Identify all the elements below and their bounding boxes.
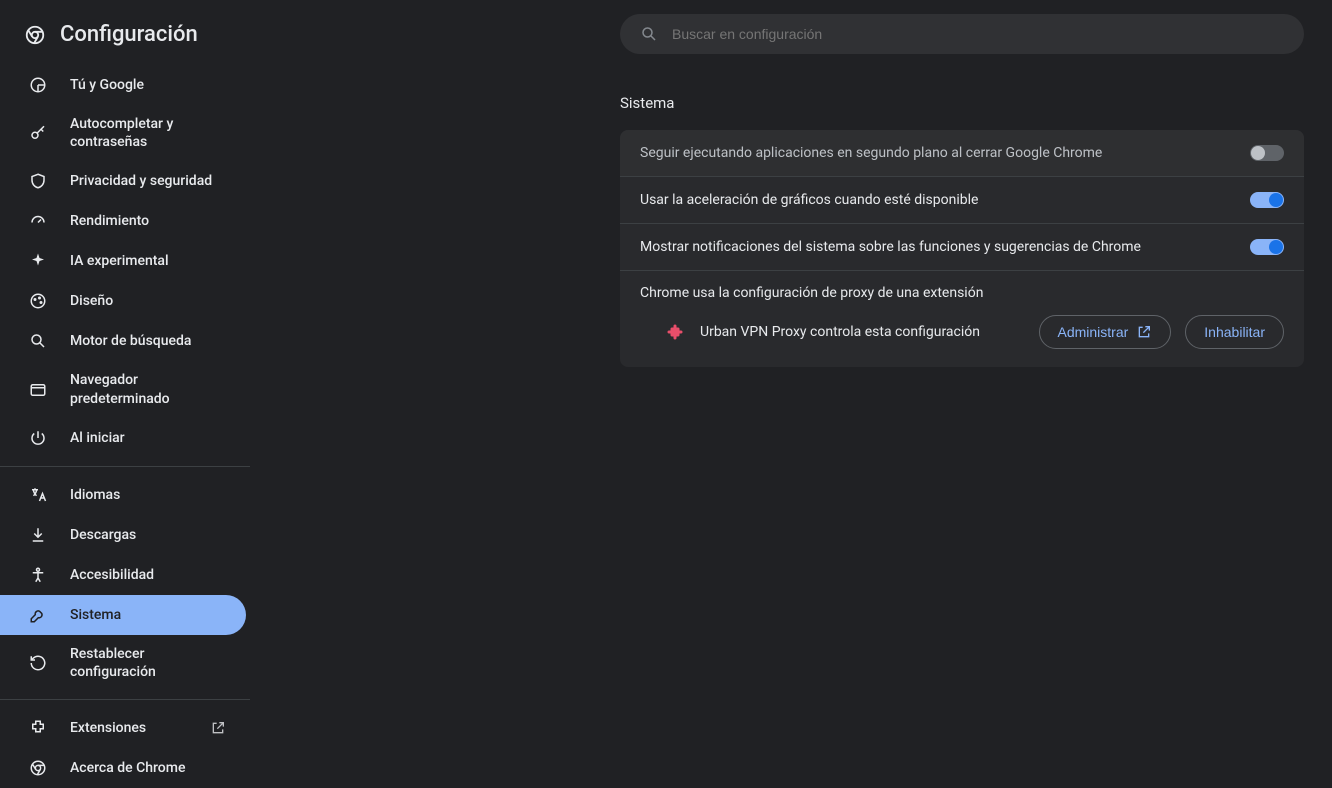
sidebar: Configuración Tú y Google Autocompletar …	[0, 0, 250, 753]
sidebar-item-design[interactable]: Diseño	[0, 281, 246, 321]
sidebar-item-label: Extensiones	[70, 719, 146, 737]
restore-icon	[28, 653, 48, 673]
sidebar-item-label: Motor de búsqueda	[70, 332, 191, 350]
sparkle-icon	[28, 251, 48, 271]
chrome-icon	[28, 758, 48, 778]
content: Sistema Seguir ejecutando aplicaciones e…	[620, 94, 1304, 367]
sidebar-item-ai[interactable]: IA experimental	[0, 241, 246, 281]
sidebar-header: Configuración	[0, 14, 250, 65]
setting-row-background-apps: Seguir ejecutando aplicaciones en segund…	[620, 130, 1304, 177]
chrome-icon	[24, 24, 46, 46]
shield-icon	[28, 171, 48, 191]
sidebar-item-about[interactable]: Acerca de Chrome	[0, 748, 246, 788]
sidebar-item-extensions[interactable]: Extensiones	[0, 708, 246, 748]
download-icon	[28, 525, 48, 545]
sidebar-item-default-browser[interactable]: Navegador predeterminado	[0, 361, 246, 417]
sidebar-item-performance[interactable]: Rendimiento	[0, 201, 246, 241]
key-icon	[28, 123, 48, 143]
toggle-background-apps[interactable]	[1250, 145, 1284, 161]
manage-button-label: Administrar	[1058, 324, 1129, 340]
sidebar-item-downloads[interactable]: Descargas	[0, 515, 246, 555]
sidebar-item-label: Restablecer configuración	[70, 645, 226, 681]
setting-label: Usar la aceleración de gráficos cuando e…	[640, 192, 978, 208]
wrench-icon	[28, 605, 48, 625]
toggle-notifications[interactable]	[1250, 239, 1284, 255]
sidebar-item-you-and-google[interactable]: Tú y Google	[0, 65, 246, 105]
sidebar-item-label: Acerca de Chrome	[70, 759, 185, 777]
nav-group-1: Idiomas Descargas Accesibilidad Sistema …	[0, 475, 250, 691]
setting-row-graphics: Usar la aceleración de gráficos cuando e…	[620, 177, 1304, 224]
search-icon	[640, 25, 658, 43]
sidebar-item-accessibility[interactable]: Accesibilidad	[0, 555, 246, 595]
section-title: Sistema	[620, 94, 1304, 112]
setting-label: Mostrar notificaciones del sistema sobre…	[640, 239, 1141, 255]
sidebar-item-privacy[interactable]: Privacidad y seguridad	[0, 161, 246, 201]
accessibility-icon	[28, 565, 48, 585]
sidebar-item-on-startup[interactable]: Al iniciar	[0, 418, 246, 458]
sidebar-item-label: Accesibilidad	[70, 566, 154, 584]
setting-row-proxy: Chrome usa la configuración de proxy de …	[620, 271, 1304, 367]
proxy-label: Chrome usa la configuración de proxy de …	[640, 285, 1284, 301]
sidebar-item-label: Sistema	[70, 606, 121, 624]
page-title: Configuración	[60, 22, 198, 47]
sidebar-item-label: Autocompletar y contraseñas	[70, 115, 226, 151]
sidebar-item-label: Tú y Google	[70, 76, 144, 94]
translate-icon	[28, 485, 48, 505]
search-icon	[28, 331, 48, 351]
disable-button[interactable]: Inhabilitar	[1185, 315, 1284, 349]
nav-group-0: Tú y Google Autocompletar y contraseñas …	[0, 65, 250, 458]
manage-button[interactable]: Administrar	[1039, 315, 1172, 349]
nav-group-2: Extensiones Acerca de Chrome	[0, 708, 250, 788]
palette-icon	[28, 291, 48, 311]
search-input[interactable]	[672, 26, 1284, 42]
sidebar-item-reset[interactable]: Restablecer configuración	[0, 635, 246, 691]
google-icon	[28, 75, 48, 95]
extension-icon	[28, 718, 48, 738]
proxy-row: Urban VPN Proxy controla esta configurac…	[640, 315, 1284, 349]
sidebar-item-languages[interactable]: Idiomas	[0, 475, 246, 515]
extension-icon	[664, 321, 686, 343]
divider	[0, 699, 250, 700]
window-icon	[28, 380, 48, 400]
sidebar-item-system[interactable]: Sistema	[0, 595, 246, 635]
sidebar-item-label: Rendimiento	[70, 212, 149, 230]
sidebar-item-label: IA experimental	[70, 252, 169, 270]
sidebar-item-label: Diseño	[70, 292, 113, 310]
disable-button-label: Inhabilitar	[1204, 324, 1265, 340]
open-external-icon	[1136, 324, 1152, 340]
main: Sistema Seguir ejecutando aplicaciones e…	[250, 0, 1332, 753]
toggle-graphics[interactable]	[1250, 192, 1284, 208]
sidebar-item-label: Idiomas	[70, 486, 120, 504]
divider	[0, 466, 250, 467]
settings-card: Seguir ejecutando aplicaciones en segund…	[620, 130, 1304, 367]
setting-row-notifications: Mostrar notificaciones del sistema sobre…	[620, 224, 1304, 271]
sidebar-item-search-engine[interactable]: Motor de búsqueda	[0, 321, 246, 361]
power-icon	[28, 428, 48, 448]
sidebar-item-autofill[interactable]: Autocompletar y contraseñas	[0, 105, 246, 161]
sidebar-item-label: Privacidad y seguridad	[70, 172, 212, 190]
sidebar-item-label: Navegador predeterminado	[70, 371, 226, 407]
extension-name: Urban VPN Proxy controla esta configurac…	[700, 324, 1025, 340]
speed-icon	[28, 211, 48, 231]
open-external-icon	[210, 720, 226, 736]
sidebar-item-label: Al iniciar	[70, 429, 125, 447]
sidebar-item-label: Descargas	[70, 526, 136, 544]
search-bar[interactable]	[620, 14, 1304, 54]
setting-label: Seguir ejecutando aplicaciones en segund…	[640, 145, 1102, 161]
